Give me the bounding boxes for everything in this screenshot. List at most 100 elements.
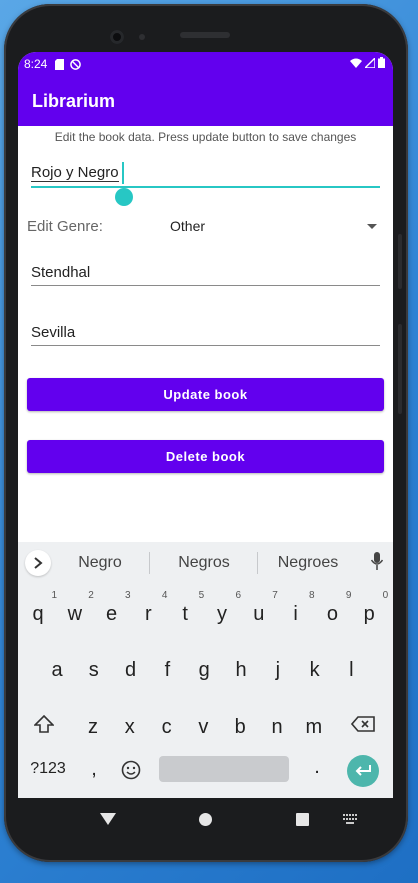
space-bar[interactable] [159, 756, 289, 782]
title-input[interactable]: Rojo y Negro [31, 164, 380, 188]
key[interactable]: a [42, 659, 72, 682]
microphone-icon[interactable] [370, 552, 384, 575]
key-number-hint: 2 [88, 590, 94, 601]
chevron-right-icon [34, 557, 43, 569]
no-disturb-icon [70, 58, 82, 70]
genre-select[interactable]: Other [170, 218, 205, 234]
key[interactable]: x [115, 716, 145, 739]
suggestion-divider [149, 552, 150, 574]
key-letter: u [253, 603, 265, 625]
key-letter: i [293, 603, 298, 625]
genre-row: Edit Genre: Other [27, 216, 377, 238]
key[interactable]: u7 [244, 590, 278, 626]
key-number-hint: 5 [198, 590, 205, 601]
sensor [139, 34, 145, 40]
comma-key[interactable]: , [79, 758, 109, 781]
enter-key[interactable] [347, 755, 379, 787]
key-letter: r [145, 603, 152, 625]
back-icon[interactable] [100, 813, 116, 825]
key[interactable]: y6 [207, 590, 241, 626]
expand-suggestions-button[interactable] [25, 550, 51, 576]
author-input-value: Stendhal [31, 264, 91, 281]
emoji-icon [121, 760, 141, 780]
key-letter: q [32, 603, 44, 625]
symbols-key[interactable]: ?123 [28, 760, 68, 778]
status-bar: 8:24 [18, 52, 393, 76]
text-cursor [122, 162, 124, 184]
key[interactable]: w2 [60, 590, 94, 626]
key-letter: o [326, 603, 338, 625]
backspace-icon [350, 716, 375, 732]
period-key[interactable]: . [302, 756, 332, 779]
key-number-hint: 4 [161, 590, 168, 601]
key-letter: e [106, 603, 118, 625]
soft-keyboard: Negro Negros Negroes q1w2e3r4t5y6u7i8o9p… [18, 542, 393, 798]
key[interactable]: t5 [170, 590, 204, 626]
publisher-input[interactable]: Sevilla [31, 324, 380, 346]
title-input-value: Rojo y Negro [31, 164, 119, 182]
wifi-icon [350, 57, 362, 71]
key[interactable]: m [299, 716, 329, 739]
recents-icon[interactable] [296, 813, 309, 826]
author-input[interactable]: Stendhal [31, 264, 380, 286]
home-icon[interactable] [199, 813, 212, 826]
key-number-hint: 3 [125, 590, 131, 601]
key[interactable]: b [225, 716, 255, 739]
emoji-key[interactable] [116, 760, 146, 786]
key[interactable]: v [188, 716, 218, 739]
suggestion-3[interactable]: Negroes [258, 554, 358, 572]
earpiece [180, 32, 230, 38]
suggestion-2[interactable]: Negros [154, 554, 254, 572]
volume-button [398, 234, 402, 289]
key[interactable]: e3 [97, 590, 131, 626]
key[interactable]: j [263, 659, 293, 682]
key[interactable]: p0 [354, 590, 389, 626]
key[interactable]: g [189, 659, 219, 682]
key[interactable]: k [300, 659, 330, 682]
key[interactable]: z [78, 716, 108, 739]
key[interactable]: o9 [317, 590, 352, 626]
key[interactable]: f [152, 659, 182, 682]
delete-book-button[interactable]: Delete book [27, 440, 384, 473]
key-number-hint: 6 [235, 590, 241, 601]
cursor-handle[interactable] [115, 188, 133, 206]
key-number-hint: 7 [272, 590, 278, 601]
key[interactable]: r4 [133, 590, 167, 626]
app-title: Librarium [32, 90, 116, 111]
backspace-key[interactable] [343, 715, 383, 738]
status-time: 8:24 [24, 57, 48, 71]
key[interactable]: n [262, 716, 292, 739]
key[interactable]: i8 [281, 590, 314, 626]
key[interactable]: d [116, 659, 146, 682]
key[interactable]: q1 [23, 590, 57, 626]
enter-icon [355, 765, 371, 776]
key-number-hint: 9 [345, 590, 352, 601]
keyboard-switch-icon[interactable] [343, 814, 357, 827]
sd-card-icon [55, 58, 65, 70]
front-camera [110, 30, 124, 44]
suggestion-1[interactable]: Negro [50, 554, 150, 572]
key-letter: w [67, 603, 83, 625]
signal-icon [363, 56, 376, 71]
key[interactable]: h [226, 659, 256, 682]
delete-book-label: Delete book [165, 449, 246, 464]
key[interactable]: s [79, 659, 109, 682]
update-book-button[interactable]: Update book [27, 378, 384, 411]
key[interactable]: l [336, 659, 366, 682]
key-letter: t [182, 603, 188, 625]
shift-key[interactable] [24, 714, 64, 739]
publisher-input-value: Sevilla [31, 324, 76, 341]
key-letter: y [217, 603, 227, 625]
shift-icon [33, 714, 55, 733]
power-button [398, 324, 402, 414]
battery-icon [378, 57, 385, 71]
navigation-bar [18, 798, 393, 842]
key-number-hint: 0 [382, 590, 389, 601]
key-number-hint: 8 [309, 590, 315, 601]
key-letter: p [363, 603, 375, 625]
suggestion-strip: Negro Negros Negroes [18, 542, 393, 584]
dropdown-arrow-icon[interactable] [367, 224, 377, 229]
key[interactable]: c [152, 716, 182, 739]
key-number-hint: 1 [51, 590, 57, 601]
edit-hint: Edit the book data. Press update button … [54, 130, 357, 144]
